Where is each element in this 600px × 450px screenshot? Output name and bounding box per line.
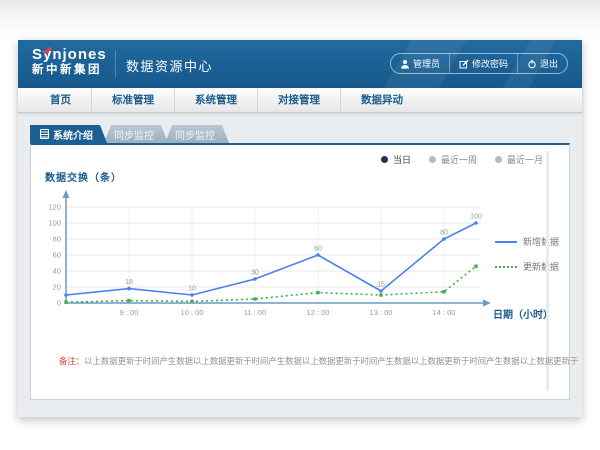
nav-item-interface-mgmt[interactable]: 对接管理	[257, 88, 340, 112]
radio-today[interactable]: 当日	[381, 153, 411, 166]
chart-legend: 新增数据更新数据	[495, 235, 559, 273]
logout-button[interactable]: 退出	[517, 54, 567, 73]
svg-text:20: 20	[53, 283, 61, 292]
tab-sync-monitor-1[interactable]: 同步监控	[104, 125, 168, 143]
nav-item-data-change[interactable]: 数据异动	[340, 88, 423, 112]
svg-text:80: 80	[53, 235, 61, 244]
svg-text:14 : 00: 14 : 00	[433, 308, 456, 317]
page-title: 数据资源中心	[126, 56, 213, 75]
tab-label: 同步监控	[114, 127, 154, 142]
user-icon	[400, 59, 410, 69]
radio-icon	[429, 156, 436, 163]
svg-text:100: 100	[470, 214, 482, 221]
svg-text:120: 120	[48, 203, 61, 212]
user-button[interactable]: 管理员	[391, 54, 449, 73]
radio-label: 当日	[393, 153, 411, 166]
footnote-label: 备注：	[59, 356, 84, 366]
legend-line-sample	[495, 266, 517, 268]
content-panel: 当日 最近一周 最近一月 数据交换（条） 0 20 40 60 80 100 120 9 : …	[30, 143, 570, 400]
legend-line-sample	[495, 241, 517, 243]
svg-text:100: 100	[48, 219, 61, 228]
radio-last-week[interactable]: 最近一周	[429, 153, 477, 166]
svg-text:40: 40	[53, 267, 61, 276]
legend-label: 更新数据	[523, 260, 559, 273]
svg-text:60: 60	[53, 251, 61, 260]
logo-text-en: Synjones	[32, 46, 107, 63]
header-divider	[115, 51, 116, 77]
main-nav: 首页 标准管理 系统管理 对接管理 数据异动	[18, 88, 582, 113]
svg-text:15: 15	[377, 282, 385, 289]
radio-label: 最近一周	[441, 153, 477, 166]
nav-item-home[interactable]: 首页	[30, 88, 91, 112]
tab-sync-monitor-2[interactable]: 同步监控	[165, 125, 229, 143]
user-menu: 管理员 修改密码 退出	[390, 53, 568, 74]
user-label: 管理员	[413, 57, 440, 70]
radio-icon	[381, 156, 388, 163]
tab-label: 系统介绍	[53, 127, 93, 142]
legend-label: 新增数据	[523, 235, 559, 248]
tab-bar: 系统介绍 同步监控 同步监控	[30, 125, 229, 143]
app-window: Synjones 新中新集团 数据资源中心 管理员	[18, 40, 582, 417]
svg-text:30: 30	[251, 270, 259, 277]
logo: Synjones 新中新集团	[32, 46, 107, 78]
legend-item-2[interactable]: 更新数据	[495, 260, 559, 273]
svg-text:60: 60	[314, 246, 322, 253]
logo-wordmark: Synjones	[32, 46, 107, 63]
document-icon	[40, 129, 49, 139]
footnote: 备注：以上数据更新于时间产生数据以上数据更新于时间产生数据以上数据更新于时间产生…	[59, 355, 565, 367]
svg-text:80: 80	[440, 230, 448, 237]
tab-label: 同步监控	[175, 127, 215, 142]
radio-last-month[interactable]: 最近一月	[495, 153, 543, 166]
line-chart: 0 20 40 60 80 100 120 9 : 00 10 : 00 11 : 00 12 : …	[31, 187, 501, 327]
tab-system-intro[interactable]: 系统介绍	[30, 125, 107, 143]
footnote-text: 以上数据更新于时间产生数据以上数据更新于时间产生数据以上数据更新于时间产生数据以…	[84, 356, 578, 366]
logout-label: 退出	[540, 57, 558, 70]
logo-text-cn: 新中新集团	[32, 63, 107, 78]
change-password-label: 修改密码	[472, 57, 508, 70]
radio-icon	[495, 156, 502, 163]
svg-text:12 : 00: 12 : 00	[307, 308, 330, 317]
nav-item-system-mgmt[interactable]: 系统管理	[174, 88, 257, 112]
legend-item-1[interactable]: 新增数据	[495, 235, 559, 248]
svg-text:0: 0	[57, 299, 61, 308]
svg-text:10 : 00: 10 : 00	[181, 308, 204, 317]
change-password-button[interactable]: 修改密码	[449, 54, 517, 73]
screenshot-background: Synjones 新中新集团 数据资源中心 管理员	[0, 0, 600, 450]
svg-text:13 : 00: 13 : 00	[370, 308, 393, 317]
svg-text:10: 10	[188, 286, 196, 293]
svg-text:9 : 00: 9 : 00	[120, 308, 139, 317]
nav-item-standard-mgmt[interactable]: 标准管理	[91, 88, 174, 112]
svg-text:11 : 00: 11 : 00	[244, 308, 266, 317]
power-icon	[527, 59, 537, 69]
x-axis-title: 日期（小时）	[493, 306, 553, 321]
y-axis-title: 数据交换（条）	[45, 169, 122, 184]
time-range-filter: 当日 最近一周 最近一月	[381, 153, 543, 166]
app-header: Synjones 新中新集团 数据资源中心 管理员	[18, 40, 582, 88]
edit-icon	[459, 59, 469, 69]
svg-text:18: 18	[125, 279, 133, 286]
radio-label: 最近一月	[507, 153, 543, 166]
